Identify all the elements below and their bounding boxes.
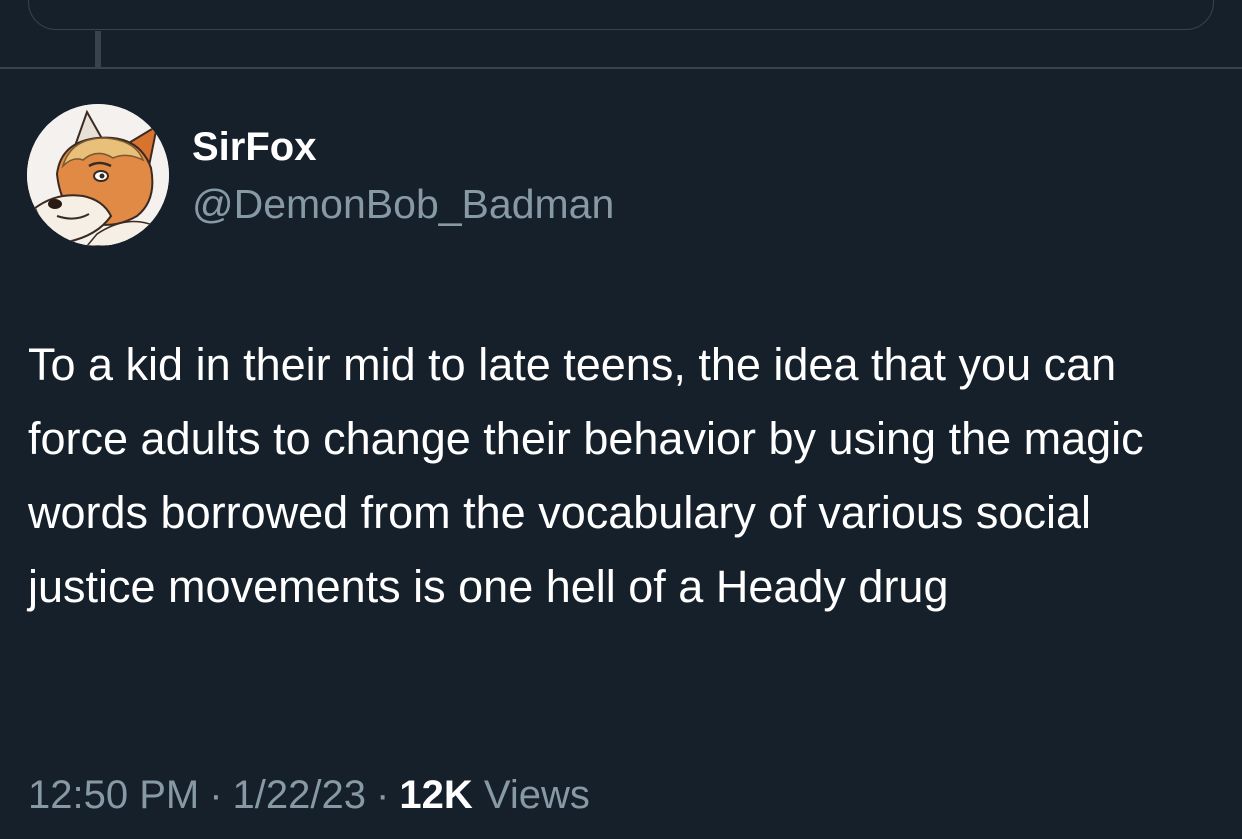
tweet-text: To a kid in their mid to late teens, the… bbox=[28, 339, 1144, 612]
fox-avatar-icon bbox=[27, 104, 169, 246]
author-handle[interactable]: @DemonBob_Badman bbox=[192, 180, 614, 228]
tweet-date[interactable]: 1/22/23 bbox=[233, 773, 366, 817]
views-label[interactable]: Views bbox=[484, 773, 590, 817]
divider bbox=[0, 67, 1242, 69]
separator-dot: · bbox=[376, 773, 390, 817]
thread-connector-line bbox=[95, 31, 101, 67]
previous-tweet-card[interactable] bbox=[28, 0, 1214, 30]
tweet-detail-view: SirFox @DemonBob_Badman To a kid in thei… bbox=[0, 0, 1242, 839]
tweet-metadata: 12:50 PM · 1/22/23 · 12K Views bbox=[28, 770, 590, 820]
author-display-name[interactable]: SirFox bbox=[192, 124, 316, 170]
tweet-time[interactable]: 12:50 PM bbox=[28, 773, 199, 817]
separator-dot: · bbox=[209, 773, 223, 817]
avatar[interactable] bbox=[27, 104, 169, 246]
views-count[interactable]: 12K bbox=[399, 773, 472, 817]
